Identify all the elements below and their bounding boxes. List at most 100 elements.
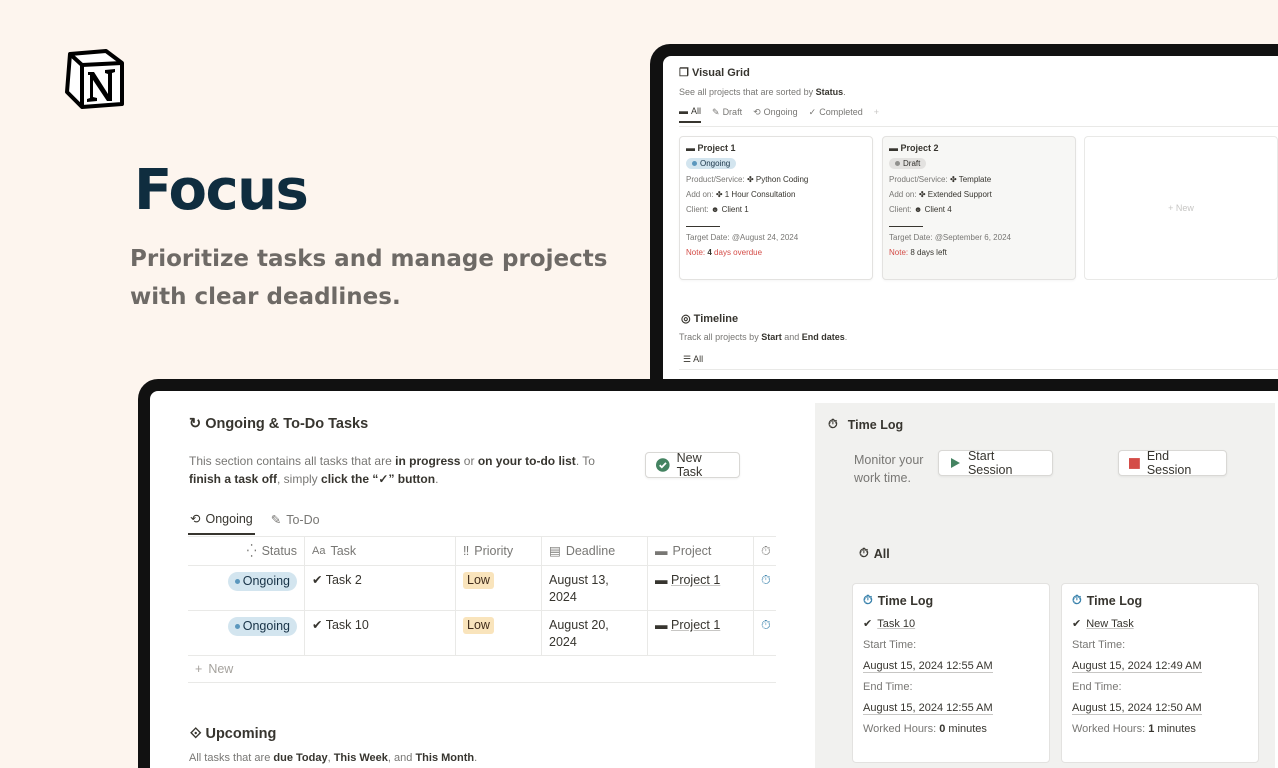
check-badge-icon[interactable]: ✔: [312, 618, 322, 632]
tag-icon: ✤: [715, 190, 723, 199]
tab-completed[interactable]: ✓ Completed: [809, 106, 863, 123]
table-row[interactable]: Ongoing ✔ Task 2 Low August 13, 2024 ▬ P…: [188, 566, 776, 611]
refresh-icon: ↻: [189, 416, 202, 432]
deadline-cell[interactable]: August 13, 2024: [542, 566, 648, 610]
tasks-table: ⁛ Status Aa Task ‼ Priority ▤ Deadline ▬ Proj…: [188, 536, 776, 683]
folder-icon: ▬: [655, 618, 668, 632]
upcoming-description: All tasks that are due Today, This Week,…: [189, 752, 478, 764]
project-cell[interactable]: ▬ Project 1: [648, 611, 754, 655]
person-icon: ☻: [710, 205, 720, 214]
check-icon: ✓: [808, 106, 817, 117]
time-log-card[interactable]: ⏱ Time Log ✔ Task 10 Start Time: August 15…: [852, 583, 1050, 763]
card-task[interactable]: ✔ Task 10: [863, 617, 1039, 631]
plus-icon: +: [195, 662, 203, 676]
tab-ongoing[interactable]: ⟲ Ongoing: [188, 511, 255, 535]
stopwatch-icon: ⏱: [859, 546, 869, 560]
divider: [679, 126, 1278, 127]
visual-grid-subtitle: See all projects that are sorted by Stat…: [679, 87, 846, 97]
column-timer[interactable]: ⏱: [754, 537, 776, 566]
timeline-view-all[interactable]: ☰ All: [683, 354, 703, 365]
visual-grid-title: ❐ Visual Grid: [679, 67, 750, 79]
person-icon: ☻: [913, 205, 923, 214]
divider: [889, 226, 923, 227]
task-cell[interactable]: ✔ Task 10: [305, 611, 456, 655]
start-label: Start Time:: [863, 639, 917, 651]
tab-todo[interactable]: ✎ To-Do: [269, 511, 322, 535]
card-product: Product/Service: ✤ Python Coding: [686, 175, 809, 184]
priority-cell[interactable]: Low: [456, 611, 542, 655]
gallery-icon: ❐: [679, 67, 689, 79]
stopwatch-icon: ⏱: [828, 417, 838, 431]
stopwatch-icon[interactable]: ⏱: [761, 618, 771, 632]
start-session-button[interactable]: Start Session: [938, 449, 1053, 477]
column-deadline[interactable]: ▤ Deadline: [542, 536, 648, 566]
deadline-cell[interactable]: August 20, 2024: [542, 611, 648, 655]
timer-cell[interactable]: ⏱: [754, 611, 776, 655]
check-badge-icon: ✔: [863, 618, 873, 630]
table-row[interactable]: Ongoing ✔ Task 10 Low August 20, 2024 ▬ …: [188, 611, 776, 656]
text-icon: Aa: [312, 544, 326, 557]
column-priority[interactable]: ‼ Priority: [456, 536, 542, 566]
tab-ongoing[interactable]: ⟲ Ongoing: [753, 106, 798, 123]
task-cell[interactable]: ✔ Task 2: [305, 566, 456, 610]
refresh-icon: ⟲: [190, 512, 201, 526]
check-badge-icon: ✔: [1072, 618, 1082, 630]
card-title: ▬ Project 2: [889, 143, 939, 153]
card-task[interactable]: ✔ New Task: [1072, 617, 1248, 631]
priority-badge: Low: [463, 572, 494, 589]
end-value: August 15, 2024 12:55 AM: [863, 702, 993, 715]
divider: [679, 369, 1278, 370]
new-task-button[interactable]: New Task: [645, 451, 740, 479]
end-label: End Time:: [1072, 681, 1122, 693]
status-badge: Ongoing: [227, 617, 297, 636]
status-cell[interactable]: Ongoing: [188, 611, 305, 655]
card-note: Note: 4 days overdue: [686, 248, 763, 257]
timer-cell[interactable]: ⏱: [754, 566, 776, 610]
project-card[interactable]: ▬ Project 1 Ongoing Product/Service: ✤ P…: [679, 136, 873, 280]
column-status[interactable]: ⁛ Status: [188, 536, 305, 566]
new-card-button[interactable]: + New: [1084, 136, 1278, 280]
end-session-button[interactable]: End Session: [1118, 449, 1227, 477]
column-task[interactable]: Aa Task: [305, 536, 456, 566]
folder-icon: ▬: [655, 543, 668, 558]
stopwatch-icon[interactable]: ⏱: [761, 573, 771, 587]
notion-logo: [64, 47, 126, 110]
tab-draft[interactable]: ✎ Draft: [712, 106, 742, 123]
priority-cell[interactable]: Low: [456, 566, 542, 610]
check-badge-icon: [656, 458, 670, 472]
add-view-button[interactable]: +: [874, 106, 879, 123]
card-note: Note: 8 days left: [889, 248, 947, 257]
upcoming-icon: ⟐: [190, 726, 202, 742]
timeline-icon: ◎: [681, 313, 691, 325]
folder-icon: ▬: [679, 106, 688, 116]
monitor-text: Monitor your work time.: [854, 453, 924, 485]
card-addon: Add on: ✤ 1 Hour Consultation: [686, 190, 796, 199]
card-addon: Add on: ✤ Extended Support: [889, 190, 992, 199]
card-product: Product/Service: ✤ Template: [889, 175, 992, 184]
project-card[interactable]: ▬ Project 2 Draft Product/Service: ✤ Tem…: [882, 136, 1076, 280]
refresh-icon: ⟲: [753, 106, 761, 117]
check-badge-icon[interactable]: ✔: [312, 573, 322, 587]
card-title: ▬ Project 1: [686, 143, 736, 153]
card-client: Client: ☻ Client 1: [686, 205, 749, 214]
hero-title: Focus: [134, 158, 309, 223]
card-target-date: Target Date: @August 24, 2024: [686, 233, 799, 242]
time-log-card[interactable]: ⏱ Time Log ✔ New Task Start Time: August 1…: [1061, 583, 1259, 763]
tab-all[interactable]: ▬ All: [679, 106, 702, 123]
status-badge: Ongoing: [227, 572, 297, 591]
card-target-date: Target Date: @September 6, 2024: [889, 233, 1011, 242]
start-value: August 15, 2024 12:49 AM: [1072, 660, 1202, 673]
calendar-icon: ▤: [549, 543, 561, 558]
tasks-screen: ↻ Ongoing & To-Do Tasks This section con…: [150, 391, 1278, 768]
project-cell[interactable]: ▬ Project 1: [648, 566, 754, 610]
status-cell[interactable]: Ongoing: [188, 566, 305, 610]
time-log-view-all[interactable]: ⏱ All: [859, 546, 890, 561]
priority-badge: Low: [463, 617, 494, 634]
tag-icon: ✤: [918, 190, 926, 199]
start-value: August 15, 2024 12:55 AM: [863, 660, 993, 673]
stopwatch-icon: ⏱: [1072, 593, 1082, 607]
stopwatch-icon: ⏱: [863, 593, 873, 607]
new-row-button[interactable]: + New: [188, 656, 776, 683]
column-project[interactable]: ▬ Project: [648, 536, 754, 566]
card-title: ⏱ Time Log: [863, 593, 934, 608]
